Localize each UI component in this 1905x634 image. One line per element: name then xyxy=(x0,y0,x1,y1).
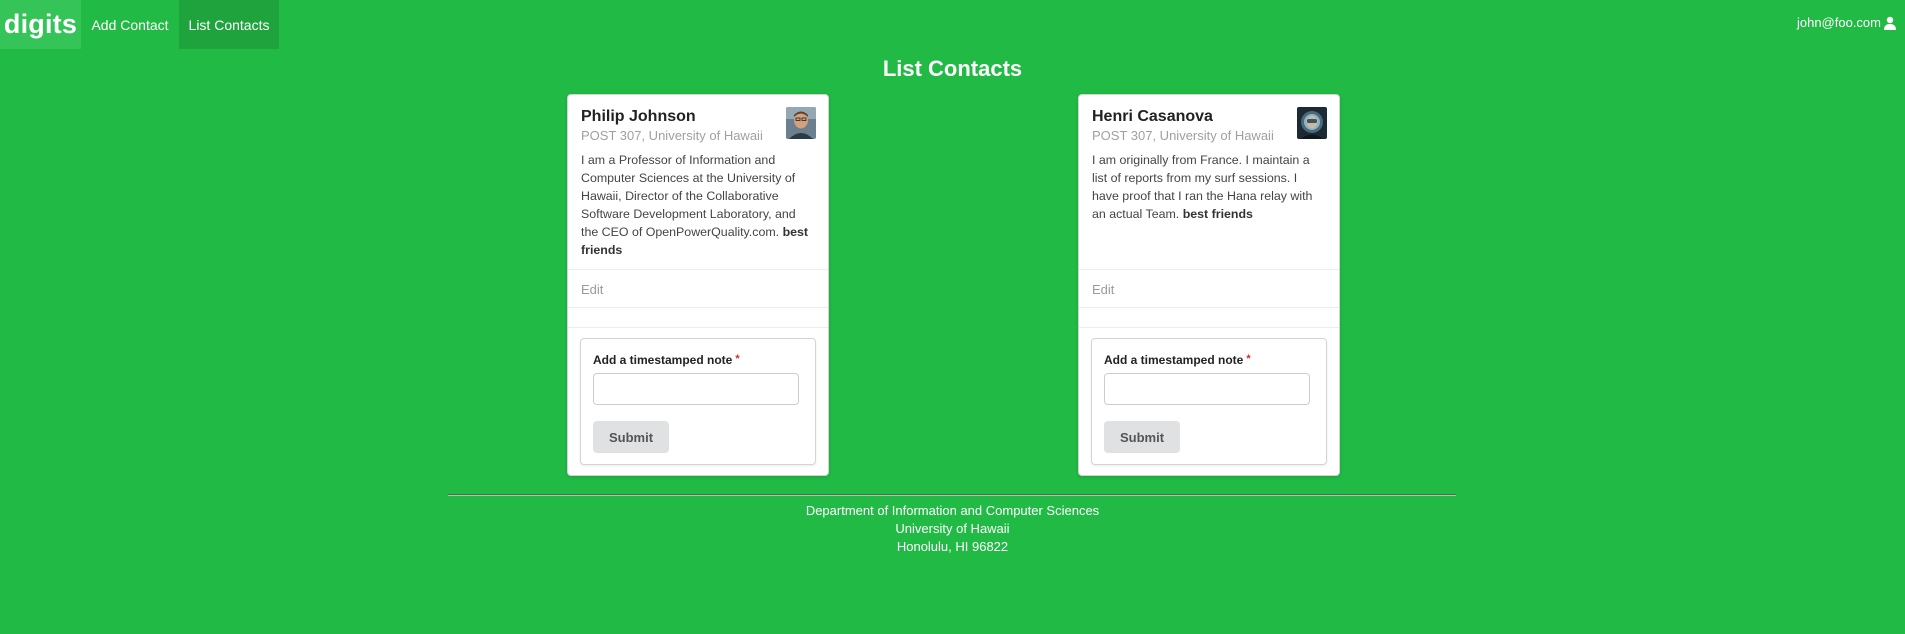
top-menu: digits Add Contact List Contacts john@fo… xyxy=(0,0,1905,49)
contact-address: POST 307, University of Hawaii xyxy=(581,128,763,143)
edit-link[interactable]: Edit xyxy=(1092,282,1114,297)
footer-university: University of Hawaii xyxy=(895,521,1010,536)
contact-name: Henri Casanova xyxy=(1092,108,1213,125)
divider xyxy=(1079,269,1339,270)
note-label-text: Add a timestamped note xyxy=(593,353,733,367)
edit-link[interactable]: Edit xyxy=(581,282,603,297)
contact-description: I am a Professor of Information and Comp… xyxy=(581,151,815,259)
divider xyxy=(1079,327,1339,328)
nav-add-contact[interactable]: Add Contact xyxy=(81,0,179,49)
user-email: john@foo.com xyxy=(1796,15,1881,30)
contact-card: Philip Johnson POST 307, University of H… xyxy=(567,94,829,476)
note-input[interactable] xyxy=(593,373,799,405)
divider xyxy=(568,307,828,308)
divider xyxy=(1079,307,1339,308)
divider xyxy=(568,269,828,270)
contact-tag: best friends xyxy=(1182,207,1253,221)
contact-card: Henri Casanova POST 307, University of H… xyxy=(1078,94,1340,476)
user-icon xyxy=(1883,16,1897,30)
note-input[interactable] xyxy=(1104,373,1310,405)
required-marker: * xyxy=(735,353,740,365)
footer-divider xyxy=(448,494,1456,496)
description-text: I am a Professor of Information and Comp… xyxy=(581,153,796,239)
note-form: Add a timestamped note * Submit xyxy=(1091,338,1327,465)
divider xyxy=(568,327,828,328)
note-label: Add a timestamped note * xyxy=(593,353,740,367)
contact-address: POST 307, University of Hawaii xyxy=(1092,128,1274,143)
brand-logo[interactable]: digits xyxy=(0,0,81,49)
submit-button[interactable]: Submit xyxy=(1104,421,1180,453)
note-label-text: Add a timestamped note xyxy=(1104,353,1244,367)
user-menu[interactable]: john@foo.com xyxy=(1797,0,1897,45)
note-form: Add a timestamped note * Submit xyxy=(580,338,816,465)
footer-address: Honolulu, HI 96822 xyxy=(896,539,1009,554)
footer-department: Department of Information and Computer S… xyxy=(805,503,1100,518)
required-marker: * xyxy=(1246,353,1251,365)
contact-description: I am originally from France. I maintain … xyxy=(1092,151,1326,223)
page-title: List Contacts xyxy=(882,56,1023,81)
contact-name: Philip Johnson xyxy=(581,108,696,125)
note-label: Add a timestamped note * xyxy=(1104,353,1251,367)
submit-button[interactable]: Submit xyxy=(593,421,669,453)
nav-list-contacts[interactable]: List Contacts xyxy=(179,0,279,49)
footer: Department of Information and Computer S… xyxy=(0,502,1905,556)
